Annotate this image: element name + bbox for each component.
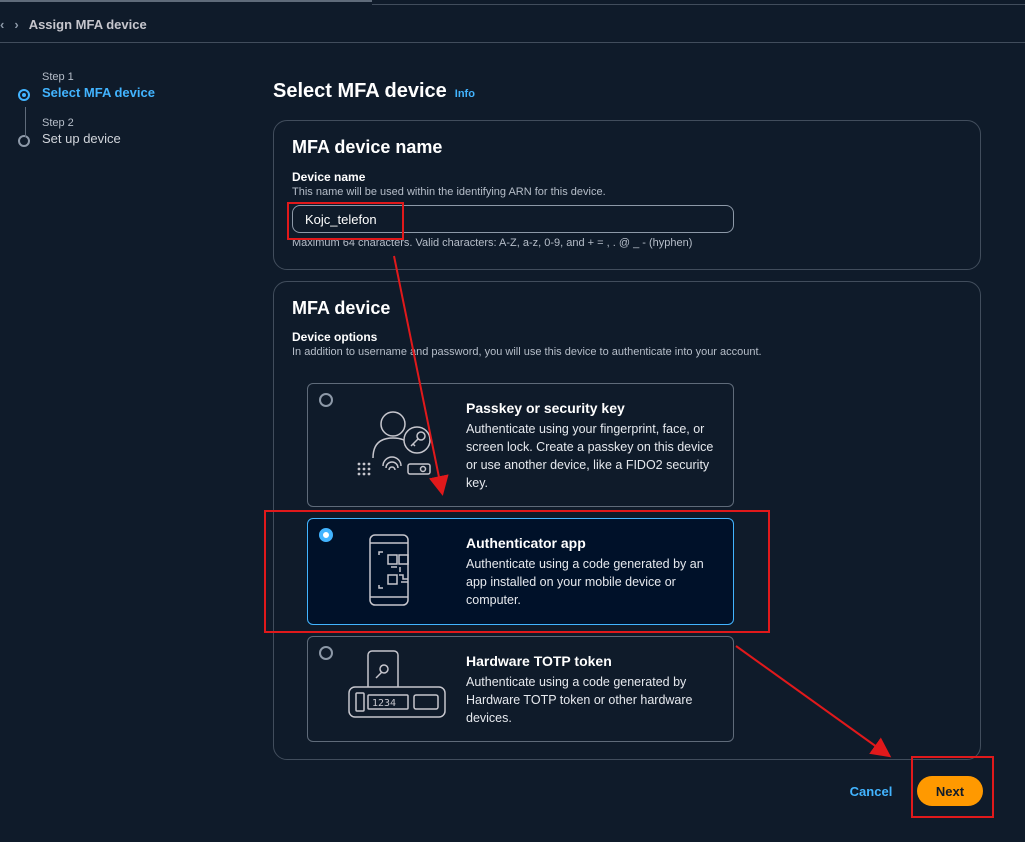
option-hardware-totp[interactable]: 1234 Hardware TOTP token Authenticate us… (307, 636, 734, 742)
option-description: Authenticate using your fingerprint, fac… (466, 422, 714, 490)
wizard-steps: Step 1 Select MFA device Step 2 Set up d… (18, 70, 155, 148)
radio-passkey[interactable] (319, 393, 333, 407)
step-title[interactable]: Select MFA device (42, 84, 155, 102)
step-2: Step 2 Set up device (18, 116, 155, 148)
breadcrumb: ‹ › Assign MFA device (0, 14, 147, 34)
chevron-right-icon: › (14, 16, 19, 32)
step-connector (25, 107, 26, 137)
device-options-label: Device options (292, 330, 378, 344)
device-options-description: In addition to username and password, yo… (292, 346, 762, 358)
step-1[interactable]: Step 1 Select MFA device (18, 70, 155, 102)
page-title: Select MFA device Info (273, 80, 475, 103)
option-description: Authenticate using a code generated by H… (466, 675, 693, 725)
step-number: Step 2 (42, 117, 74, 129)
next-button[interactable]: Next (917, 776, 983, 806)
card-heading: MFA device name (292, 137, 443, 157)
option-title: Passkey or security key (466, 400, 625, 416)
option-description: Authenticate using a code generated by a… (466, 557, 704, 607)
step-number: Step 1 (42, 71, 74, 83)
top-divider-right (372, 4, 1025, 5)
device-name-hint: Maximum 64 characters. Valid characters:… (292, 237, 693, 249)
breadcrumb-chevron-icon: ‹ (0, 16, 5, 32)
step-active-indicator-icon (18, 89, 30, 101)
mfa-device-card: MFA device Device options In addition to… (273, 281, 981, 760)
passkey-illustration-icon (357, 411, 431, 476)
cancel-button[interactable]: Cancel (839, 780, 903, 802)
device-name-description: This name will be used within the identi… (292, 186, 606, 198)
option-authenticator-app[interactable]: Authenticator app Authenticate using a c… (307, 518, 734, 625)
mfa-device-name-card: MFA device name Device name This name wi… (273, 120, 981, 270)
page-title-text: Select MFA device (273, 80, 447, 102)
step-inactive-indicator-icon (18, 135, 30, 147)
radio-hardware-totp[interactable] (319, 646, 333, 660)
authenticator-app-illustration-icon (369, 534, 409, 606)
device-name-input[interactable] (292, 205, 734, 233)
hardware-token-illustration-icon: 1234 (348, 650, 446, 718)
device-name-label: Device name (292, 170, 366, 184)
header-divider (0, 42, 1025, 43)
option-title: Authenticator app (466, 535, 586, 551)
option-passkey[interactable]: Passkey or security key Authenticate usi… (307, 383, 734, 507)
breadcrumb-current: Assign MFA device (28, 16, 147, 32)
token-display-text: 1234 (372, 698, 396, 709)
info-link[interactable]: Info (455, 88, 475, 100)
card-heading: MFA device (292, 298, 391, 318)
option-title: Hardware TOTP token (466, 653, 612, 669)
top-divider (0, 0, 372, 2)
step-title: Set up device (42, 131, 121, 146)
radio-authenticator-app[interactable] (319, 528, 333, 542)
